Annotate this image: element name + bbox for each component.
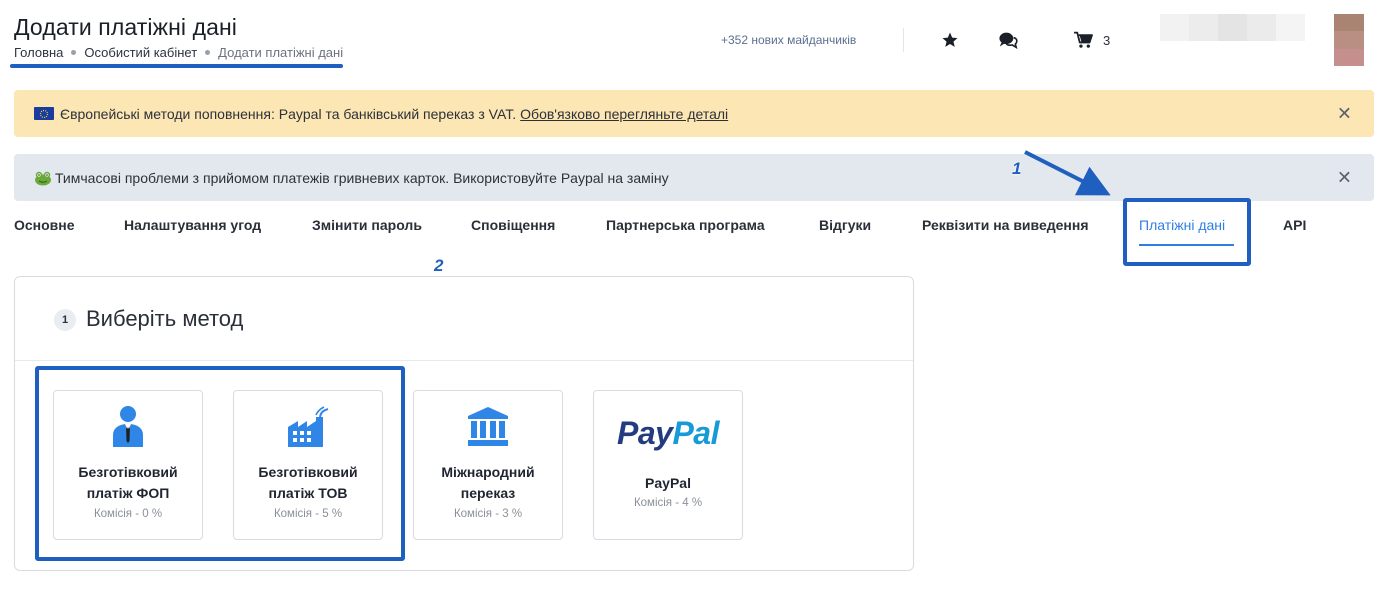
annotation-number-1: 1 (1012, 159, 1022, 178)
annotation-highlight-methods (35, 366, 405, 561)
annotation-arrow-1 (1024, 150, 1111, 196)
paypal-logo-part: Pal (672, 415, 719, 451)
method-title-line: переказ (460, 485, 516, 501)
card-header: 1 Виберіть метод (15, 277, 913, 361)
method-title-line: Міжнародний (441, 464, 535, 480)
bank-icon (414, 405, 562, 447)
method-title: Міжнародний переказ (422, 462, 554, 504)
method-fee: Комісія - 3 % (453, 508, 523, 520)
method-fee: Комісія - 4 % (633, 497, 703, 509)
paypal-logo-part: Pay (617, 415, 673, 451)
method-paypal[interactable]: Pay Pal PayPal Комісія - 4 % (593, 390, 743, 540)
annotation-number-2: 2 (434, 256, 444, 275)
paypal-logo: Pay Pal (594, 415, 742, 452)
method-title: PayPal (645, 475, 691, 491)
section-title: Виберіть метод (86, 306, 244, 331)
method-international-transfer[interactable]: Міжнародний переказ Комісія - 3 % (413, 390, 563, 540)
step-number: 1 (54, 309, 76, 331)
